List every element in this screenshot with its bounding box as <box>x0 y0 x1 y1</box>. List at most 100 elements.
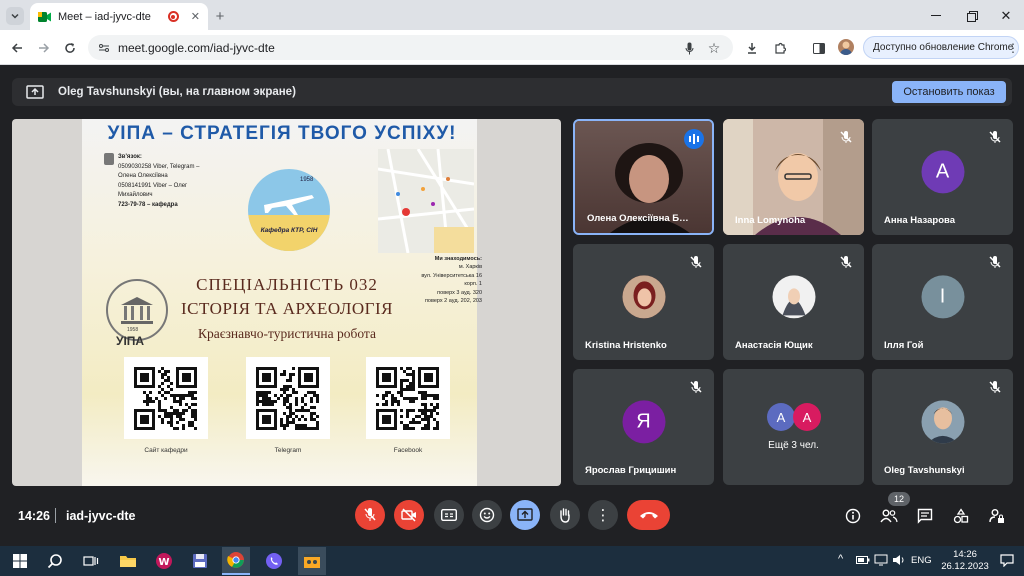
tray-chevron-icon[interactable]: ^ <box>838 553 843 565</box>
reactions-button[interactable] <box>472 500 502 530</box>
side-panel-icon[interactable] <box>811 39 827 57</box>
logo-text: Кафедра КТР, СІН <box>260 227 318 234</box>
present-screen-icon <box>517 508 533 521</box>
present-button[interactable] <box>510 500 540 530</box>
participant-tile[interactable]: Анастасія Ющик <box>723 244 864 360</box>
muted-mic-icon <box>840 256 852 268</box>
back-icon[interactable] <box>8 39 26 57</box>
people-icon <box>880 509 898 523</box>
participant-name: Анастасія Ющик <box>735 340 813 351</box>
meeting-details-button[interactable] <box>843 506 863 526</box>
tab-close-icon[interactable]: ✕ <box>191 10 200 23</box>
specialty-code: СПЕЦІАЛЬНІСТЬ 032 <box>196 275 378 294</box>
specialty-name: ІСТОРІЯ ТА АРХЕОЛОГІЯ <box>181 299 393 318</box>
chat-button[interactable] <box>915 506 935 526</box>
captions-button[interactable] <box>434 500 464 530</box>
contact-line: Олена Олексіївна <box>118 173 168 179</box>
site-settings-icon[interactable] <box>98 42 110 54</box>
chrome-update-button[interactable]: Доступно обновление Chrome <box>863 36 1019 59</box>
taskbar-clock[interactable]: 14:26 26.12.2023 <box>940 549 990 573</box>
tab-search-chevron-icon[interactable] <box>6 7 24 25</box>
new-tab-icon[interactable]: + <box>211 7 229 25</box>
window-close-icon[interactable]: ✕ <box>996 8 1016 24</box>
participant-tile[interactable]: Олена Олексіївна Б… <box>573 119 714 235</box>
file-explorer-icon[interactable] <box>114 547 142 575</box>
camera-off-icon <box>401 508 416 522</box>
tab-title: Meet – iad-jyvc-dte <box>58 10 151 23</box>
host-controls-button[interactable] <box>987 506 1007 526</box>
info-icon <box>845 508 861 524</box>
contact-line: 723-79-78 – кафедра <box>118 201 178 208</box>
muted-mic-icon <box>989 256 1001 268</box>
task-view-icon[interactable] <box>77 547 105 575</box>
address-line: м. Харків <box>458 264 482 271</box>
more-vert-icon: ⋮ <box>595 507 611 524</box>
leave-call-button[interactable] <box>627 500 670 530</box>
stop-presenting-button[interactable]: Остановить показ <box>892 81 1006 103</box>
participant-tile[interactable]: Kristina Hristenko <box>573 244 714 360</box>
address-title: Ми знаходимось: <box>434 256 482 262</box>
contact-line: Михайлович <box>118 192 153 198</box>
meet-favicon-icon <box>38 11 51 22</box>
extensions-icon[interactable] <box>772 39 788 57</box>
slide-title: УІПА – СТРАТЕГІЯ ТВОГО УСПІХУ! <box>107 123 457 144</box>
participant-tile[interactable]: I Ілля Гой <box>872 244 1013 360</box>
volume-icon[interactable] <box>892 554 906 566</box>
presentation-banner: Oleg Tavshunskyi (вы, на главном экране) <box>12 78 1012 106</box>
notifications-icon[interactable] <box>1000 554 1014 567</box>
chrome-menu-icon[interactable]: ⋮ <box>1007 39 1019 57</box>
bookmark-star-icon[interactable]: ☆ <box>706 39 722 57</box>
participant-name: Ярослав Грицишин <box>585 465 677 476</box>
speaking-indicator-icon <box>684 129 704 149</box>
participant-tile[interactable]: Oleg Tavshunskyi <box>872 369 1013 485</box>
mic-indicator-icon[interactable] <box>681 39 697 57</box>
download-icon[interactable] <box>744 39 760 57</box>
participant-tile[interactable]: Я Ярослав Грицишин <box>573 369 714 485</box>
raise-hand-button[interactable] <box>550 500 580 530</box>
participant-name: Ілля Гой <box>884 340 924 351</box>
more-participants-label: Ещё 3 чел. <box>768 440 819 451</box>
people-button[interactable] <box>879 506 899 526</box>
participant-name: Kristina Hristenko <box>585 340 667 351</box>
mic-toggle-button[interactable] <box>355 500 385 530</box>
battery-icon[interactable] <box>856 555 870 565</box>
save-floppy-icon[interactable] <box>186 547 214 575</box>
minimize-icon[interactable] <box>926 8 946 24</box>
restore-icon[interactable] <box>962 8 982 24</box>
forward-icon[interactable] <box>35 39 53 57</box>
camera-toggle-button[interactable] <box>394 500 424 530</box>
viber-icon[interactable] <box>260 547 288 575</box>
participant-tile[interactable]: Inna Lomynoha <box>723 119 864 235</box>
input-language[interactable]: ENG <box>911 555 932 566</box>
more-participants-tile[interactable]: A A Ещё 3 чел. <box>723 369 864 485</box>
shapes-icon <box>953 508 969 524</box>
department-logo: 1958 Кафедра КТР, СІН <box>248 169 330 251</box>
browser-tab-meet[interactable]: Meet – iad-jyvc-dte ✕ <box>30 3 208 30</box>
video-editor-icon[interactable] <box>298 547 326 575</box>
more-options-button[interactable]: ⋮ <box>588 500 618 530</box>
clock-date: 26.12.2023 <box>941 561 989 572</box>
participant-name: Олена Олексіївна Б… <box>587 213 689 224</box>
phone-icon <box>104 153 114 165</box>
network-icon[interactable] <box>874 554 888 566</box>
logo-year: 1958 <box>300 177 314 183</box>
hand-icon <box>560 508 570 523</box>
avatar: Я <box>622 400 665 444</box>
airplane-icon <box>264 195 314 215</box>
activities-button[interactable] <box>951 506 971 526</box>
specialty-subtitle: Краєзнавчо-туристична робота <box>198 326 376 341</box>
profile-avatar[interactable] <box>838 39 854 55</box>
search-icon[interactable] <box>41 547 69 575</box>
chrome-taskbar-icon[interactable] <box>222 547 250 575</box>
participant-name: Inna Lomynoha <box>735 215 806 226</box>
windows-start-icon[interactable] <box>6 547 34 575</box>
muted-mic-icon <box>690 381 702 393</box>
address-block: Ми знаходимось: м. Харків вул. Університ… <box>388 255 482 305</box>
qr-code-facebook <box>366 357 450 439</box>
address-bar[interactable]: meet.google.com/iad-jyvc-dte <box>88 35 733 60</box>
app-w-icon[interactable]: W <box>150 547 178 575</box>
participant-tile[interactable]: A Анна Назарова <box>872 119 1013 235</box>
reload-icon[interactable] <box>61 39 79 57</box>
qr-code-telegram <box>246 357 330 439</box>
contacts-title: Зв'язок: <box>118 154 142 160</box>
